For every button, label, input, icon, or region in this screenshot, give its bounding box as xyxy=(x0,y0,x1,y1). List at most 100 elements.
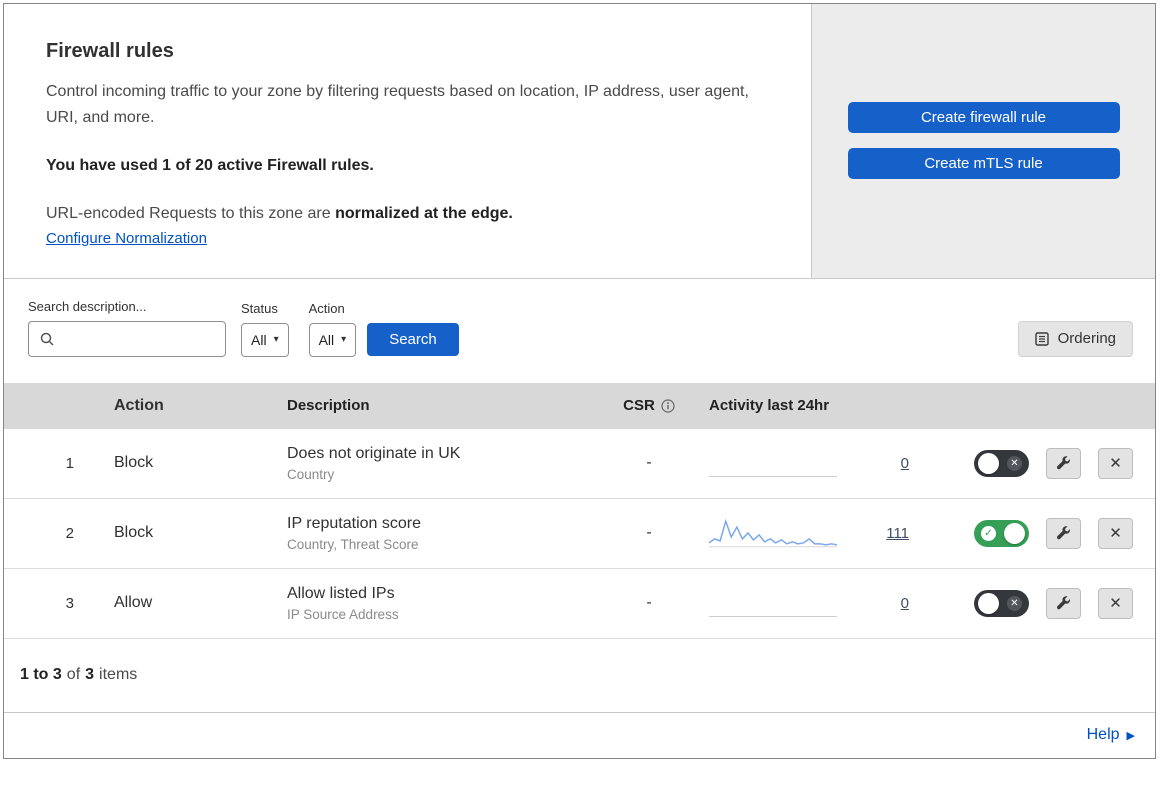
usage-summary: You have used 1 of 20 active Firewall ru… xyxy=(46,156,374,174)
activity-sparkline-empty xyxy=(709,584,837,617)
help-arrow-icon: ▶ xyxy=(1126,729,1135,742)
rule-action: Block xyxy=(114,524,154,542)
rule-enabled-toggle[interactable]: ✓ ✕ xyxy=(974,449,1029,477)
close-icon: ✕ xyxy=(1109,525,1122,543)
rule-priority: 2 xyxy=(65,524,74,542)
ordering-button[interactable]: Ordering xyxy=(1017,320,1133,357)
close-icon: ✕ xyxy=(1109,455,1122,473)
rule-enabled-toggle[interactable]: ✓ ✕ xyxy=(974,589,1029,617)
info-icon[interactable] xyxy=(661,399,675,413)
normalization-note-text: URL-encoded Requests to this zone are xyxy=(46,204,331,222)
search-icon xyxy=(40,332,54,346)
rule-description: Allow listed IPs xyxy=(287,584,395,602)
delete-rule-button[interactable]: ✕ xyxy=(1098,587,1133,619)
actions-panel: Create firewall rule Create mTLS rule xyxy=(812,4,1155,278)
rule-description-cell: Allow listed IPs IP Source Address xyxy=(274,585,604,622)
rule-activity-cell: 0 xyxy=(694,584,954,623)
delete-rule-button[interactable]: ✕ xyxy=(1098,517,1133,549)
activity-sparkline-line xyxy=(709,519,837,546)
create-firewall-rule-button[interactable]: Create firewall rule xyxy=(847,102,1120,134)
rule-controls: ✓ ✕ ✕ xyxy=(954,447,1155,479)
check-icon: ✓ xyxy=(981,525,996,541)
rule-priority: 3 xyxy=(65,594,74,612)
ordering-list-icon xyxy=(1034,332,1049,346)
rule-csr: - xyxy=(646,524,652,542)
activity-count-link[interactable]: 0 xyxy=(901,455,909,472)
wrench-icon xyxy=(1056,596,1070,610)
items-summary: 1 to 3 of 3 items xyxy=(4,639,1155,713)
table-row: 1 Block Does not originate in UK Country… xyxy=(4,429,1155,499)
page-title: Firewall rules xyxy=(46,40,174,62)
help-row: Help ▶ xyxy=(4,713,1155,758)
normalization-note: URL-encoded Requests to this zone are no… xyxy=(46,205,771,223)
header-csr: CSR xyxy=(604,397,694,414)
search-button[interactable]: Search xyxy=(367,322,459,356)
edit-rule-button[interactable] xyxy=(1046,587,1081,619)
header-action: Action xyxy=(114,396,164,414)
table-row: 3 Allow Allow listed IPs IP Source Addre… xyxy=(4,569,1155,639)
help-link[interactable]: Help xyxy=(1087,726,1120,744)
rule-description: IP reputation score xyxy=(287,514,422,532)
rule-controls: ✓ ✕ ✕ xyxy=(954,517,1155,549)
edit-rule-button[interactable] xyxy=(1046,447,1081,479)
x-icon: ✕ xyxy=(1007,455,1022,471)
items-range: 1 to 3 xyxy=(20,666,62,684)
normalization-note-bold: normalized at the edge. xyxy=(335,204,513,222)
activity-count-link[interactable]: 0 xyxy=(901,595,909,612)
table-row: 2 Block IP reputation score Country, Thr… xyxy=(4,499,1155,569)
rule-enabled-toggle[interactable]: ✓ ✕ xyxy=(974,519,1029,547)
filter-bar: Search description... Status All ▾ Actio… xyxy=(4,279,1155,383)
wrench-icon xyxy=(1056,456,1070,470)
header-description: Description xyxy=(287,397,370,415)
rule-description-cell: IP reputation score Country, Threat Scor… xyxy=(274,515,604,552)
rule-description-cell: Does not originate in UK Country xyxy=(274,445,604,482)
activity-count-link[interactable]: 111 xyxy=(886,525,909,542)
header-content: Firewall rules Control incoming traffic … xyxy=(4,4,812,278)
table-header: Action Description CSR Activity last 24h… xyxy=(4,382,1155,429)
create-mtls-rule-button[interactable]: Create mTLS rule xyxy=(847,148,1120,180)
status-select-value: All xyxy=(251,331,267,348)
rule-fields: IP Source Address xyxy=(287,606,399,622)
rule-action: Block xyxy=(114,454,154,472)
chevron-down-icon: ▾ xyxy=(341,334,347,346)
x-icon: ✕ xyxy=(1007,595,1022,611)
rule-action: Allow xyxy=(114,594,153,612)
search-group: Search description... xyxy=(28,299,226,357)
rule-fields: Country, Threat Score xyxy=(287,536,419,552)
firewall-rules-page: Firewall rules Control incoming traffic … xyxy=(3,3,1156,759)
items-of: of xyxy=(66,666,81,684)
toggle-knob xyxy=(978,592,999,614)
header-csr-label: CSR xyxy=(623,397,655,415)
page-header: Firewall rules Control incoming traffic … xyxy=(4,4,1155,279)
ordering-button-label: Ordering xyxy=(1057,330,1116,348)
rule-fields: Country xyxy=(287,466,335,482)
toggle-knob xyxy=(978,452,999,474)
configure-normalization-link[interactable]: Configure Normalization xyxy=(46,230,207,247)
status-select[interactable]: All ▾ xyxy=(241,322,289,357)
chevron-down-icon: ▾ xyxy=(273,334,279,346)
rule-activity-cell: 111 xyxy=(694,513,954,553)
rule-description: Does not originate in UK xyxy=(287,444,461,462)
items-total: 3 xyxy=(85,666,95,684)
rule-csr: - xyxy=(646,594,652,612)
delete-rule-button[interactable]: ✕ xyxy=(1098,447,1133,479)
wrench-icon xyxy=(1056,526,1070,540)
status-label: Status xyxy=(241,300,278,316)
page-description: Control incoming traffic to your zone by… xyxy=(46,83,749,126)
activity-sparkline-empty xyxy=(709,444,837,477)
rule-activity-cell: 0 xyxy=(694,444,954,483)
search-input-wrapper xyxy=(28,320,226,357)
search-label: Search description... xyxy=(28,298,147,314)
items-label: items xyxy=(99,666,138,684)
action-filter-group: Action All ▾ xyxy=(308,300,357,357)
rule-priority: 1 xyxy=(65,454,74,472)
activity-sparkline xyxy=(709,519,837,548)
status-filter-group: Status All ▾ xyxy=(241,301,289,357)
close-icon: ✕ xyxy=(1109,595,1122,613)
action-select[interactable]: All ▾ xyxy=(308,322,357,357)
rule-csr: - xyxy=(646,454,652,472)
search-input[interactable] xyxy=(63,329,215,348)
action-label: Action xyxy=(308,300,345,316)
header-activity: Activity last 24hr xyxy=(709,397,830,415)
edit-rule-button[interactable] xyxy=(1046,517,1081,549)
